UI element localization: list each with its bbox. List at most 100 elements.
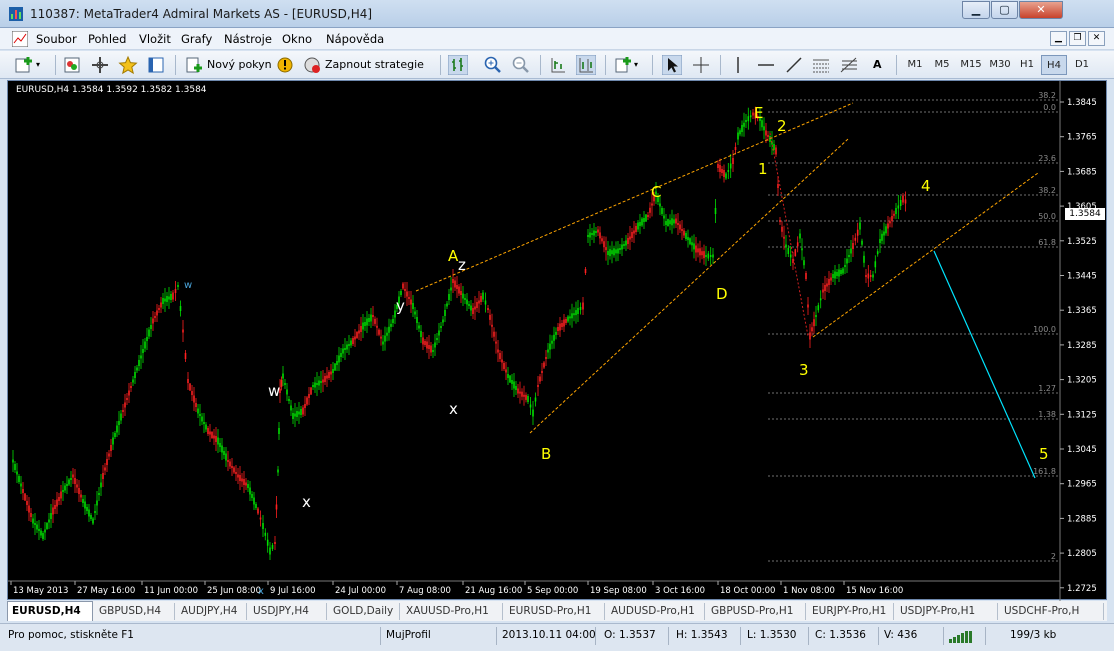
chart-tab[interactable]: EURJPY-Pro,H1 [808, 603, 894, 620]
equidistant-channel-icon[interactable] [811, 55, 831, 75]
zoom-in-icon[interactable] [483, 55, 503, 75]
candle-body [106, 459, 108, 465]
candle-body [743, 122, 745, 127]
chart-tab[interactable]: USDJPY-Pro,H1 [896, 603, 998, 620]
candle-body [442, 319, 444, 323]
chart-tab[interactable]: EURUSD-Pro,H1 [505, 603, 605, 620]
alert-warning-icon[interactable] [275, 55, 295, 75]
candle-body [876, 251, 879, 255]
mdi-minimize-button[interactable]: ▁ [1050, 31, 1067, 46]
horizontal-line-icon[interactable] [756, 55, 776, 75]
auto-trading-icon[interactable] [302, 55, 322, 75]
zoom-out-icon[interactable] [511, 55, 531, 75]
minimize-button[interactable]: ▁ [962, 1, 990, 19]
candle-body [28, 505, 30, 513]
menu-nastroje[interactable]: Nástroje [224, 32, 272, 46]
favorites-star-icon[interactable] [118, 55, 138, 75]
candle-body [721, 169, 723, 173]
menu-napoveda[interactable]: Nápověda [326, 32, 384, 46]
chart-tab[interactable]: EURUSD,H4 [7, 601, 93, 621]
chart-tab[interactable]: AUDJPY,H4 [177, 603, 247, 620]
wave-label: w [184, 280, 192, 291]
auto-scroll-icon[interactable] [548, 55, 568, 75]
chart-tab[interactable]: GBPUSD-Pro,H1 [707, 603, 806, 620]
price-chart[interactable]: 1.38451.37651.36851.36051.35251.34451.33… [8, 81, 1108, 601]
timeframe-m1-button[interactable]: M1 [902, 55, 928, 75]
candle-body [805, 273, 807, 279]
crosshair-icon[interactable] [691, 55, 711, 75]
status-profile[interactable]: MujProfil [386, 629, 431, 641]
time-tick-label: 25 Jun 08:00 [207, 586, 261, 596]
timeframe-h1-button[interactable]: H1 [1014, 55, 1040, 75]
candle-body [663, 215, 665, 219]
candle-body [62, 490, 64, 492]
new-order-icon[interactable] [184, 55, 204, 75]
vertical-line-icon[interactable] [728, 55, 748, 75]
timeframe-m30-button[interactable]: M30 [985, 55, 1015, 75]
toolbar: ▾ Nový pokyn Zapnout strategie ▾ A M1 M5… [0, 51, 1114, 79]
candle-body [84, 501, 86, 509]
candle-body [52, 507, 54, 515]
candle-body [32, 518, 34, 524]
new-order-button[interactable]: Nový pokyn [207, 54, 272, 76]
candle-body [507, 374, 509, 378]
candle-body [350, 340, 352, 346]
candle-body [36, 524, 38, 530]
candle-body [633, 230, 635, 234]
candle-body [796, 242, 799, 247]
chart-tab[interactable]: GOLD,Daily [329, 603, 400, 620]
mdi-restore-button[interactable]: ❐ [1069, 31, 1086, 46]
fib-level-label: 0.0 [1043, 103, 1056, 112]
candle-body [184, 353, 187, 359]
indicators-dropdown-icon[interactable]: ▾ [634, 54, 638, 76]
timeframe-h4-button[interactable]: H4 [1041, 55, 1067, 75]
candle-body [16, 471, 18, 475]
candle-body [832, 274, 834, 278]
candle-body [850, 248, 852, 254]
text-tool-button[interactable]: A [873, 54, 882, 76]
timeframe-m5-button[interactable]: M5 [929, 55, 955, 75]
candle-body [426, 341, 428, 349]
candle-body [294, 413, 296, 417]
chart-window-icon[interactable] [12, 31, 28, 47]
market-watch-icon[interactable] [62, 55, 82, 75]
candle-body [763, 126, 765, 131]
chart-tab[interactable]: USDCHF-Pro,H [1000, 603, 1104, 620]
menu-bar: Soubor Pohled Vložit Grafy Nástroje Okno… [0, 28, 1114, 50]
trendline-icon[interactable] [784, 55, 804, 75]
time-tick-label: 18 Oct 00:00 [720, 586, 775, 596]
menu-vlozit[interactable]: Vložit [139, 32, 171, 46]
menu-pohled[interactable]: Pohled [88, 32, 126, 46]
timeframe-d1-button[interactable]: D1 [1069, 55, 1095, 75]
candle-body [597, 229, 599, 233]
maximize-button[interactable]: ▢ [991, 1, 1018, 19]
chart-window[interactable]: 1.38451.37651.36851.36051.35251.34451.33… [7, 80, 1108, 601]
indicators-icon[interactable] [613, 55, 633, 75]
new-chart-icon[interactable] [14, 55, 34, 75]
chart-tab[interactable]: USDJPY,H4 [249, 603, 327, 620]
candle-body [613, 248, 615, 256]
auto-trading-button[interactable]: Zapnout strategie [325, 54, 424, 76]
terminal-window-icon[interactable] [146, 55, 166, 75]
menu-okno[interactable]: Okno [282, 32, 312, 46]
menu-soubor[interactable]: Soubor [36, 32, 77, 46]
navigator-icon[interactable] [90, 55, 110, 75]
mdi-close-button[interactable]: ✕ [1088, 31, 1105, 46]
close-button[interactable]: ✕ [1019, 1, 1063, 19]
timeframe-m15-button[interactable]: M15 [956, 55, 986, 75]
chart-tab[interactable]: GBPUSD,H4 [95, 603, 175, 620]
bar-chart-icon[interactable] [448, 55, 468, 75]
new-chart-dropdown-icon[interactable]: ▾ [36, 54, 40, 76]
candle-body [861, 240, 863, 245]
chart-tab[interactable]: XAUUSD-Pro,H1 [402, 603, 503, 620]
cursor-arrow-icon[interactable] [662, 55, 682, 75]
candle-body [609, 249, 611, 257]
candle-body [879, 239, 881, 243]
fibonacci-retracement-icon[interactable] [839, 55, 859, 75]
menu-grafy[interactable]: Grafy [181, 32, 212, 46]
candle-body [326, 375, 328, 379]
candle-body [603, 241, 605, 248]
chart-shift-icon[interactable] [576, 55, 596, 75]
chart-tab[interactable]: AUDUSD-Pro,H1 [607, 603, 705, 620]
wave-label: x [302, 493, 311, 511]
